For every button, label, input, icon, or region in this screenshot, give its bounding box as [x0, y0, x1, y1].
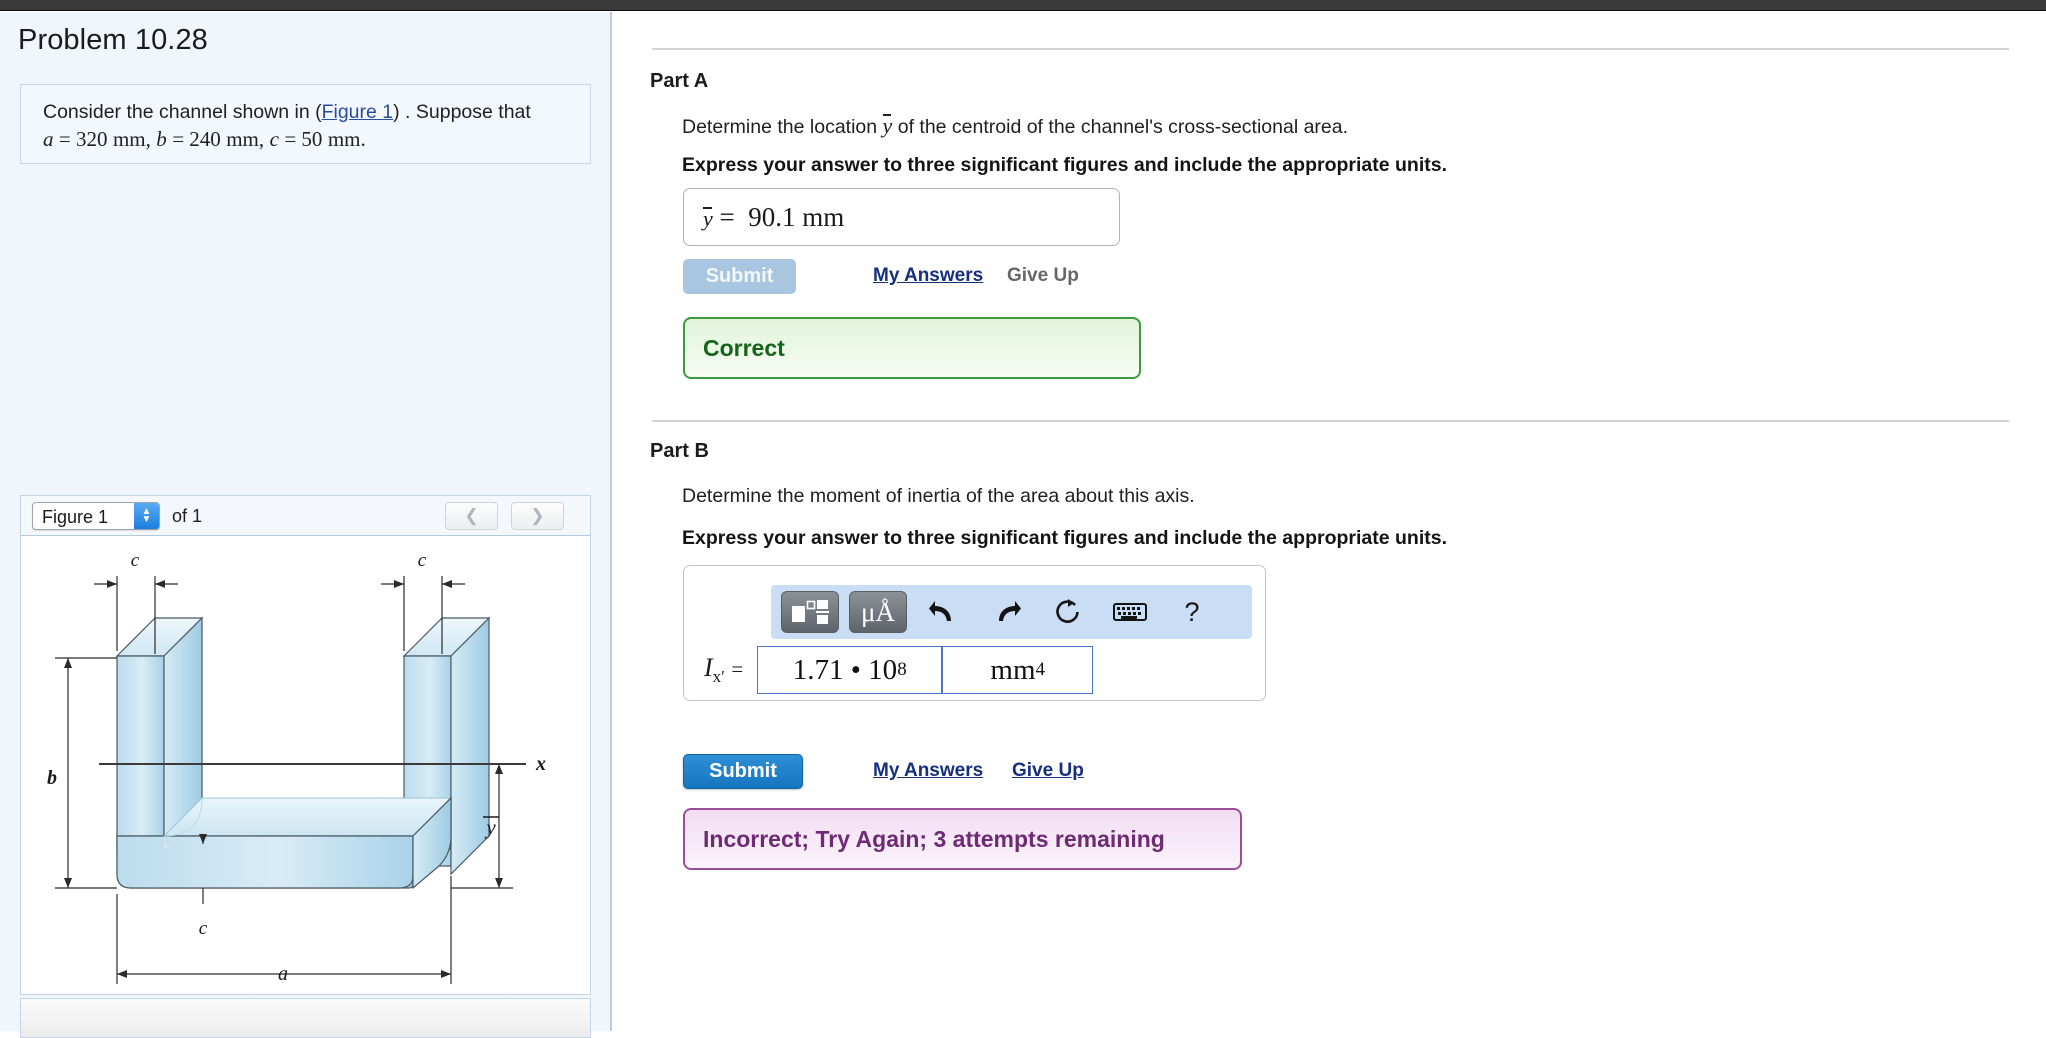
figure-select-value: Figure 1 [42, 507, 109, 527]
part-a-answer-value: 90.1 [748, 202, 796, 232]
part-b-answer-label: Ix′ = [704, 653, 743, 687]
reset-circle-icon[interactable] [1037, 591, 1099, 633]
part-a-question: Determine the location y of the centroid… [682, 113, 1348, 139]
undo-glyph [929, 601, 951, 621]
part-b-my-answers-link[interactable]: My Answers [873, 760, 983, 782]
part-b-value-exponent: 8 [897, 659, 907, 680]
part-b-answer-subscript: x′ [712, 667, 725, 687]
given-c-eq: = 50 [284, 127, 323, 151]
browser-top-bar [0, 0, 2046, 11]
given-a-var: a [43, 127, 54, 151]
assignment-content: Part A Determine the location y of the c… [614, 12, 2046, 1031]
part-a-my-answers-link[interactable]: My Answers [873, 265, 983, 287]
reset-glyph [1056, 599, 1079, 623]
part-b-verdict-text: Incorrect; Try Again; 3 attempts remaini… [703, 825, 1165, 852]
problem-statement-box: Consider the channel shown in (Figure 1)… [20, 84, 591, 164]
part-b-heading: Part B [650, 440, 709, 462]
part-a-answer-eq: = [719, 202, 735, 232]
part-b-verdict-banner: Incorrect; Try Again; 3 attempts remaini… [683, 808, 1242, 870]
part-b-math-entry-widget[interactable]: μÅ ? Ix′ = 1.71 • 10 8 mm 4 [683, 565, 1266, 701]
given-b-eq: = 240 [172, 127, 221, 151]
help-button[interactable]: ? [1161, 591, 1223, 633]
statement-tail: ) . Suppose that [393, 101, 531, 123]
figure-selector-bar: Figure 1 ▲ ▼ of 1 ❮ ❯ [20, 495, 591, 536]
figure-1-link[interactable]: Figure 1 [322, 101, 394, 123]
part-b-instruction: Express your answer to three significant… [682, 527, 1447, 549]
part-a-question-var: y [882, 113, 893, 138]
part-b-give-up-link[interactable]: Give Up [1012, 760, 1084, 782]
given-b-var: b [156, 127, 167, 151]
keyboard-glyph [1113, 603, 1147, 621]
figure-select[interactable]: Figure 1 ▲ ▼ [32, 502, 160, 530]
part-a-answer-var: y [703, 206, 713, 231]
redo-arrow-icon[interactable] [975, 591, 1037, 633]
math-toolbar: μÅ ? [771, 585, 1252, 639]
svg-text:y: y [484, 815, 496, 839]
divider-part-a [652, 48, 2009, 50]
part-b-answer-symbol: I [704, 652, 713, 682]
part-b-answer-equals: = [731, 656, 744, 681]
part-a-verdict-text: Correct [703, 334, 785, 361]
label-c-top-left: c [131, 550, 140, 571]
problem-statement-text: Consider the channel shown in (Figure 1)… [43, 101, 531, 151]
chevron-right-icon: ❯ [530, 506, 545, 525]
math-template-icon[interactable] [781, 591, 839, 633]
part-a-question-tail: of the centroid of the channel's cross-s… [897, 116, 1349, 138]
figure-count-label: of 1 [172, 506, 203, 526]
page-title: Problem 10.28 [18, 24, 208, 56]
units-button[interactable]: μÅ [849, 591, 907, 633]
label-a-bottom: a [278, 963, 288, 985]
chevron-updown-icon[interactable]: ▲ ▼ [134, 503, 159, 529]
part-a-verdict-banner: Correct [683, 317, 1141, 379]
redo-glyph [999, 601, 1021, 621]
math-template-glyph [792, 600, 829, 624]
figure-next-button[interactable]: ❯ [511, 502, 564, 530]
part-a-question-lead: Determine the location [682, 116, 878, 138]
given-a-unit: mm [112, 127, 146, 151]
label-c-bottom: c [199, 918, 208, 939]
keyboard-icon[interactable] [1099, 591, 1161, 633]
given-c-unit: mm [327, 127, 361, 151]
channel-cross-section-diagram: c c b c a x y [47, 550, 546, 985]
statement-lead: Consider the channel shown in ( [43, 101, 322, 123]
part-a-answer-unit: mm [802, 202, 845, 232]
part-a-submit-button[interactable]: Submit [683, 259, 796, 294]
part-b-unit-text: mm [990, 653, 1036, 686]
chevron-left-icon: ❮ [464, 506, 479, 525]
given-b-unit: mm [226, 127, 259, 151]
label-y-bar: y [483, 815, 499, 839]
part-b-value-input[interactable]: 1.71 • 10 8 [757, 646, 943, 694]
given-a-eq: = 320 [58, 127, 108, 151]
part-b-value-text: 1.71 • 10 [792, 653, 898, 686]
figure-panel-footer [20, 998, 591, 1038]
problem-sidebar: Problem 10.28 Consider the channel shown… [0, 12, 612, 1038]
part-a-give-up-link: Give Up [1007, 265, 1079, 286]
part-b-submit-button[interactable]: Submit [683, 754, 803, 789]
part-a-heading: Part A [650, 70, 709, 92]
part-a-answer-field[interactable]: y = 90.1 mm [683, 188, 1120, 246]
part-a-instruction: Express your answer to three significant… [682, 154, 1447, 176]
part-a-answer-content: y = 90.1 mm [703, 202, 844, 233]
undo-arrow-icon[interactable] [913, 591, 975, 633]
part-b-unit-input[interactable]: mm 4 [942, 646, 1094, 694]
units-label: μÅ [861, 596, 895, 627]
label-x-axis: x [535, 753, 546, 775]
given-c-var: c [269, 127, 279, 151]
label-c-top-right: c [418, 550, 427, 571]
part-b-question: Determine the moment of inertia of the a… [682, 485, 1195, 507]
figure-prev-button[interactable]: ❮ [445, 502, 498, 530]
part-b-unit-exponent: 4 [1035, 659, 1046, 680]
figure-image[interactable]: c c b c a x y [20, 536, 591, 995]
part-b-answer-row: Ix′ = 1.71 • 10 8 mm 4 [704, 646, 1094, 694]
label-b-left: b [47, 767, 57, 789]
divider-part-b [652, 420, 2009, 422]
